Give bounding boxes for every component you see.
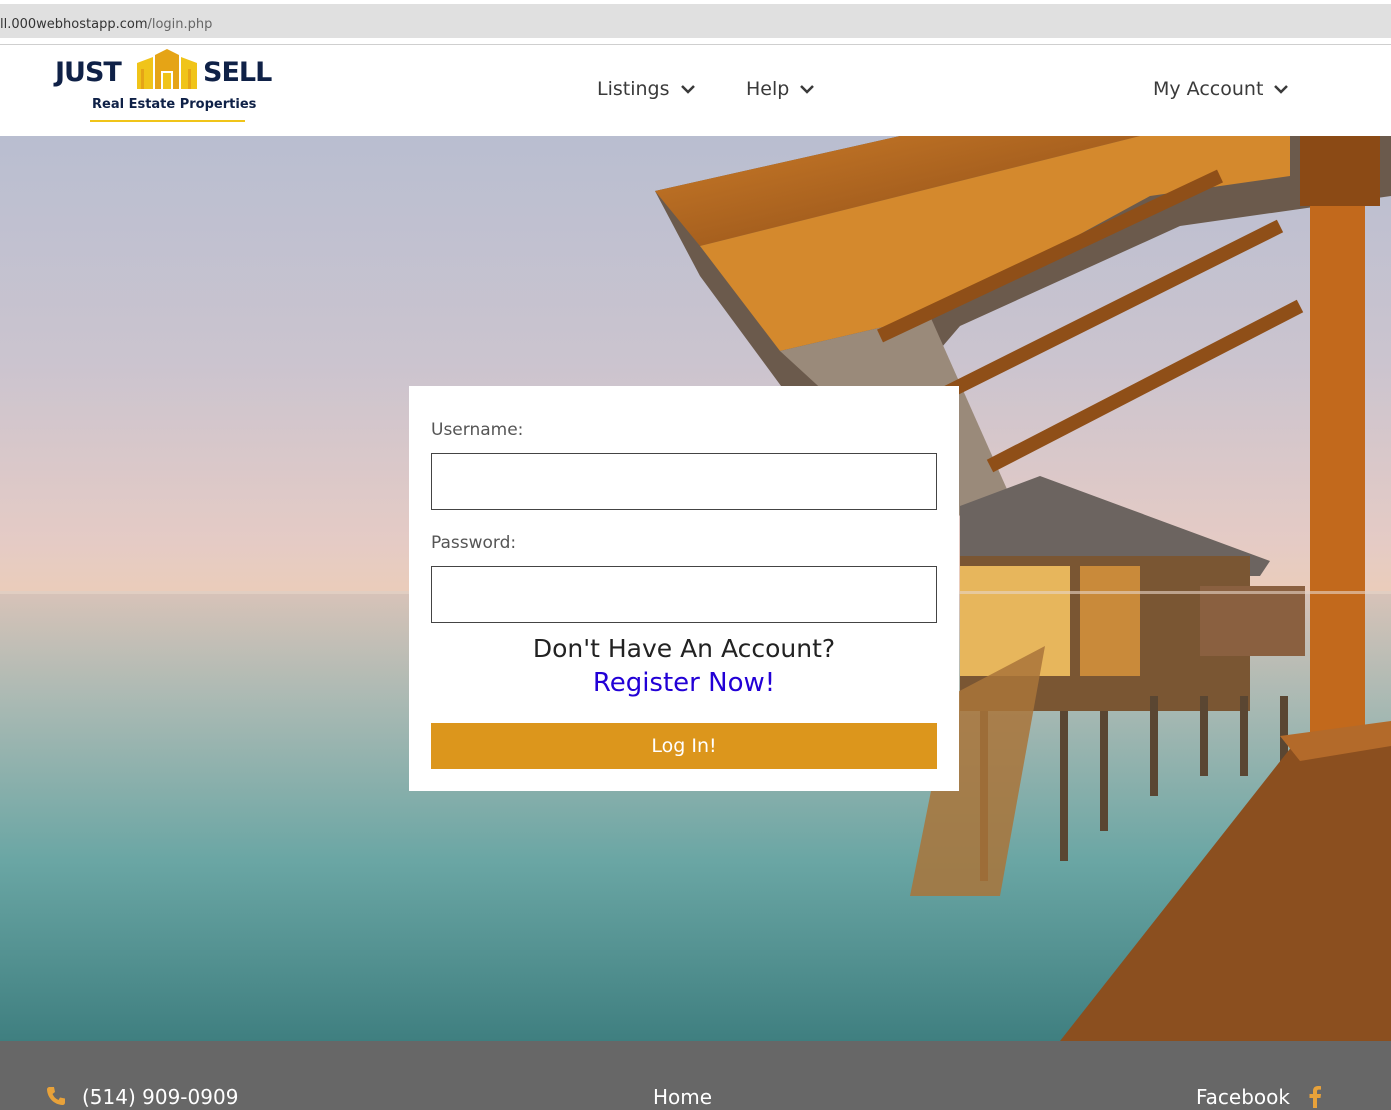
phone-icon xyxy=(47,1087,65,1105)
logo-subtitle: Real Estate Properties xyxy=(92,97,257,112)
logo-word-right: SELL xyxy=(203,57,272,88)
nav-help-label: Help xyxy=(746,78,790,100)
url-path: /login.php xyxy=(147,17,213,32)
chevron-down-icon xyxy=(1274,85,1289,94)
footer-phone: (514) 909-0909 xyxy=(82,1085,239,1109)
facebook-icon[interactable] xyxy=(1308,1086,1322,1108)
nav-listings-label: Listings xyxy=(597,78,670,100)
chevron-down-icon xyxy=(800,85,815,94)
login-card: Username: Password: Don't Have An Accoun… xyxy=(409,386,959,791)
url-field[interactable]: ll.000webhostapp.com/login.php xyxy=(0,4,1391,38)
site-header: JUST SELL Real Estate Properties Listing… xyxy=(0,45,1391,136)
nav-listings[interactable]: Listings xyxy=(597,78,696,100)
url-text: ll.000webhostapp.com/login.php xyxy=(0,17,212,32)
nav-my-account-label: My Account xyxy=(1153,78,1264,100)
password-input[interactable] xyxy=(431,566,937,623)
username-label: Username: xyxy=(431,420,524,440)
building-logo-icon xyxy=(137,49,197,89)
nav-my-account[interactable]: My Account xyxy=(1153,78,1289,100)
site-footer: (514) 909-0909 Home Facebook xyxy=(0,1041,1391,1110)
password-label: Password: xyxy=(431,533,517,553)
chevron-down-icon xyxy=(680,85,695,94)
browser-url-bar: ll.000webhostapp.com/login.php xyxy=(0,0,1391,44)
username-input[interactable] xyxy=(431,453,937,510)
url-host: ll.000webhostapp.com xyxy=(0,17,148,32)
nav-help[interactable]: Help xyxy=(746,78,815,100)
footer-facebook-link[interactable]: Facebook xyxy=(1196,1085,1290,1109)
logo[interactable]: JUST SELL Real Estate Properties xyxy=(55,47,277,127)
no-account-text: Don't Have An Account? xyxy=(532,634,836,663)
logo-underline xyxy=(90,120,245,122)
register-link[interactable]: Register Now! xyxy=(409,668,959,698)
footer-home-link[interactable]: Home xyxy=(653,1085,712,1109)
logo-word-left: JUST xyxy=(55,57,122,88)
login-button[interactable]: Log In! xyxy=(431,723,937,769)
